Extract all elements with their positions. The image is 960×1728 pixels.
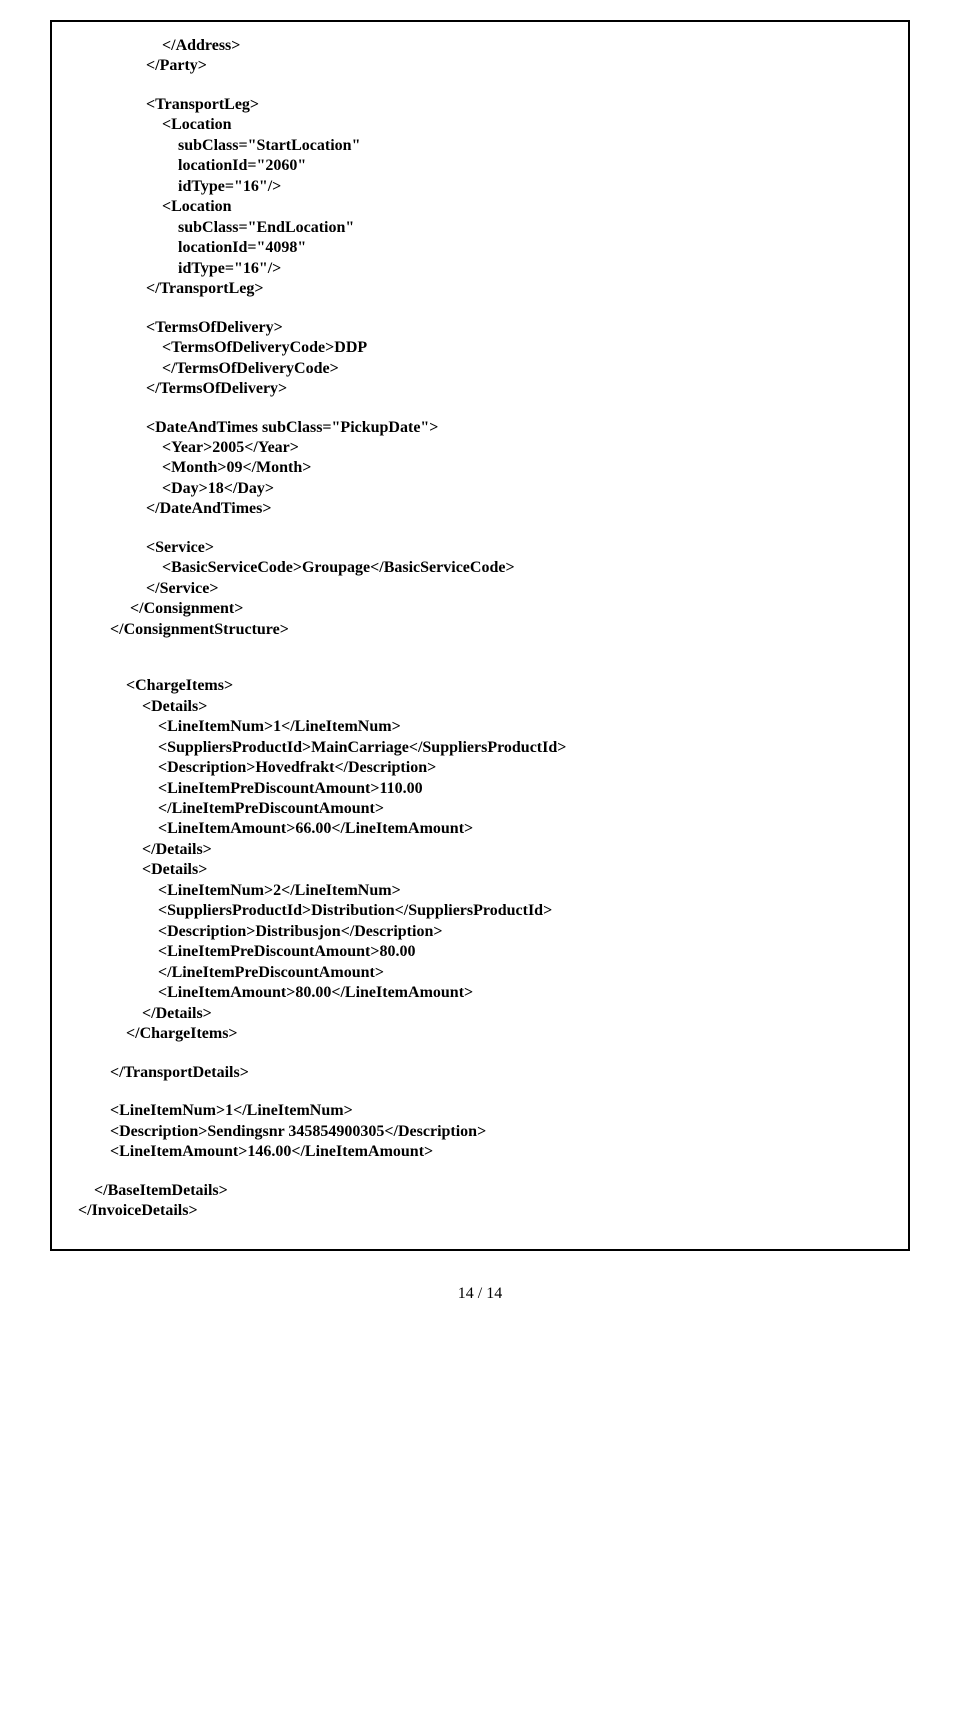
- code-line: <SuppliersProductId>MainCarriage</Suppli…: [70, 738, 890, 758]
- code-line: </Consignment>: [70, 599, 890, 619]
- code-line: <LineItemNum>1</LineItemNum>: [70, 1101, 890, 1121]
- code-line: </Party>: [70, 56, 890, 76]
- code-line: </TransportLeg>: [70, 279, 890, 299]
- code-line: <Description>Hovedfrakt</Description>: [70, 758, 890, 778]
- code-line: <LineItemAmount>146.00</LineItemAmount>: [70, 1142, 890, 1162]
- code-line: </Details>: [70, 1004, 890, 1024]
- code-line: subClass="StartLocation": [70, 136, 890, 156]
- code-line: <Day>18</Day>: [70, 479, 890, 499]
- code-line: </Details>: [70, 840, 890, 860]
- code-line: <Location: [70, 197, 890, 217]
- code-line: <Details>: [70, 697, 890, 717]
- code-line: locationId="2060": [70, 156, 890, 176]
- code-line: </LineItemPreDiscountAmount>: [70, 799, 890, 819]
- code-line: <TermsOfDelivery>: [70, 318, 890, 338]
- code-line: <LineItemPreDiscountAmount>110.00: [70, 779, 890, 799]
- code-line: <TransportLeg>: [70, 95, 890, 115]
- code-line: <Service>: [70, 538, 890, 558]
- code-line: <LineItemNum>1</LineItemNum>: [70, 717, 890, 737]
- code-line: idType="16"/>: [70, 177, 890, 197]
- code-line: </TransportDetails>: [70, 1063, 890, 1083]
- code-line: <BasicServiceCode>Groupage</BasicService…: [70, 558, 890, 578]
- code-line: </DateAndTimes>: [70, 499, 890, 519]
- code-line: <LineItemPreDiscountAmount>80.00: [70, 942, 890, 962]
- code-line: idType="16"/>: [70, 259, 890, 279]
- code-line: <Description>Sendingsnr 345854900305</De…: [70, 1122, 890, 1142]
- code-line: </LineItemPreDiscountAmount>: [70, 963, 890, 983]
- code-line: </TermsOfDeliveryCode>: [70, 359, 890, 379]
- code-line: locationId="4098": [70, 238, 890, 258]
- code-line: </Address>: [70, 36, 890, 56]
- code-line: </TermsOfDelivery>: [70, 379, 890, 399]
- code-line: <DateAndTimes subClass="PickupDate">: [70, 418, 890, 438]
- code-line: </BaseItemDetails>: [70, 1181, 890, 1201]
- page-number: 14 / 14: [50, 1285, 910, 1303]
- code-line: <SuppliersProductId>Distribution</Suppli…: [70, 901, 890, 921]
- code-line: <LineItemAmount>66.00</LineItemAmount>: [70, 819, 890, 839]
- code-line: <LineItemNum>2</LineItemNum>: [70, 881, 890, 901]
- code-line: <Description>Distribusjon</Description>: [70, 922, 890, 942]
- code-line: </ChargeItems>: [70, 1024, 890, 1044]
- xml-code-box: </Address> </Party> <TransportLeg> <Loca…: [50, 20, 910, 1251]
- code-line: subClass="EndLocation": [70, 218, 890, 238]
- code-line: <Details>: [70, 860, 890, 880]
- code-line: <ChargeItems>: [70, 676, 890, 696]
- code-line: </ConsignmentStructure>: [70, 620, 890, 640]
- code-line: <LineItemAmount>80.00</LineItemAmount>: [70, 983, 890, 1003]
- code-line: <Month>09</Month>: [70, 458, 890, 478]
- code-line: <TermsOfDeliveryCode>DDP: [70, 338, 890, 358]
- code-line: <Location: [70, 115, 890, 135]
- code-line: <Year>2005</Year>: [70, 438, 890, 458]
- code-line: </InvoiceDetails>: [70, 1201, 890, 1221]
- code-line: </Service>: [70, 579, 890, 599]
